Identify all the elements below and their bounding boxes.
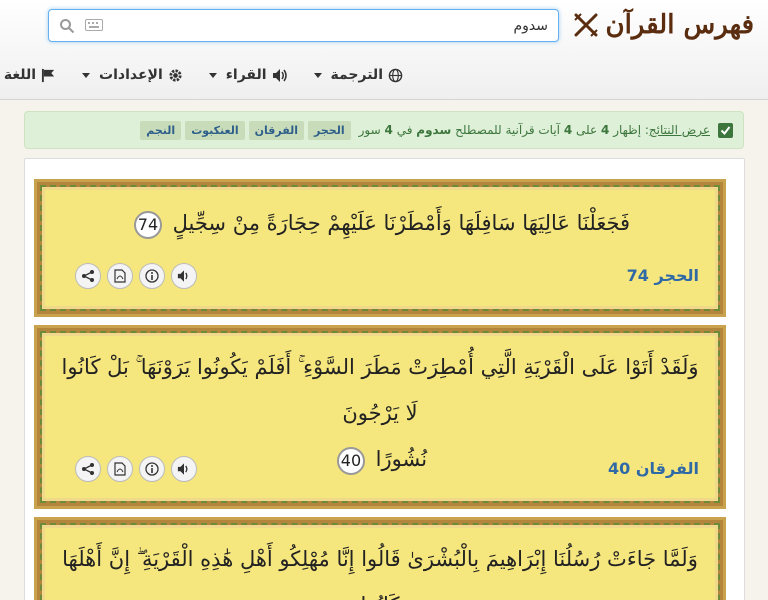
flag-icon bbox=[41, 68, 55, 82]
share-button[interactable] bbox=[75, 456, 101, 482]
share-icon bbox=[82, 270, 94, 282]
verse-tools bbox=[75, 456, 197, 482]
menu-language-label: اللغة bbox=[3, 67, 37, 83]
verse-text-line: نُشُورًا bbox=[375, 447, 428, 471]
results-total: 4 bbox=[563, 123, 573, 137]
results-text-4: في bbox=[396, 123, 413, 137]
speaker-icon bbox=[272, 68, 287, 82]
share-button[interactable] bbox=[75, 263, 101, 289]
results-text-5: سور bbox=[358, 123, 381, 137]
brand-logo[interactable]: فهرس القرآن bbox=[573, 4, 754, 46]
results-shown: 4 bbox=[601, 123, 610, 137]
results-suras: 4 bbox=[384, 123, 393, 137]
share-icon bbox=[82, 463, 94, 475]
sura-tag[interactable]: العنكبوت bbox=[185, 120, 245, 140]
menu-translation-label: الترجمة bbox=[330, 67, 383, 83]
menu-translation[interactable]: الترجمة bbox=[313, 67, 403, 83]
verse-card: وَلَمَّا جَاءَتْ رُسُلُنَا إِبْرَاهِيمَ … bbox=[34, 517, 726, 600]
ayah-number: 74 bbox=[626, 266, 649, 285]
results-text-3: آيات قرآنية للمصطلح bbox=[455, 123, 561, 137]
info-icon bbox=[145, 462, 159, 476]
audio-button[interactable] bbox=[171, 263, 197, 289]
verse-reference[interactable]: الفرقان 40 bbox=[608, 459, 699, 478]
search-icon[interactable] bbox=[59, 18, 75, 34]
info-icon bbox=[145, 269, 159, 283]
menu-reciter-label: القراء bbox=[225, 67, 267, 83]
top-navbar: فهرس القرآن الترجمة bbox=[0, 0, 768, 100]
pdf-icon bbox=[114, 269, 126, 283]
search-box bbox=[48, 9, 559, 42]
gear-icon bbox=[169, 68, 182, 82]
menu-settings[interactable]: الإعدادات bbox=[82, 67, 183, 83]
checkbox-icon bbox=[718, 122, 733, 138]
results-text-2: على bbox=[576, 123, 598, 137]
info-button[interactable] bbox=[139, 263, 165, 289]
menu-language[interactable]: اللغة bbox=[0, 67, 56, 83]
audio-icon bbox=[177, 270, 188, 282]
results-text-1: : إظهار bbox=[613, 123, 649, 137]
pdf-button[interactable] bbox=[107, 456, 133, 482]
search-input[interactable] bbox=[128, 16, 548, 36]
menu-settings-label: الإعدادات bbox=[99, 67, 163, 83]
chevron-down-icon bbox=[82, 72, 91, 78]
sura-tag[interactable]: الحجر bbox=[308, 120, 351, 140]
sura-tag[interactable]: الفرقان bbox=[248, 120, 305, 140]
verse-card: وَلَقَدْ أَتَوْا عَلَى الْقَرْيَةِ الَّت… bbox=[34, 325, 726, 509]
verse-card: فَجَعَلْنَا عَالِيَهَا سَافِلَهَا وَأَمْ… bbox=[34, 179, 726, 317]
sura-name: الحجر bbox=[654, 266, 699, 285]
results-label: عرض النتائج bbox=[648, 123, 710, 137]
verse-text-line: وَلَقَدْ أَتَوْا عَلَى الْقَرْيَةِ الَّت… bbox=[61, 355, 699, 425]
verse-tools bbox=[75, 263, 197, 289]
audio-button[interactable] bbox=[171, 456, 197, 482]
verse-text: وَلَمَّا جَاءَتْ رُسُلُنَا إِبْرَاهِيمَ … bbox=[57, 536, 703, 600]
verse-text-line: وَلَمَّا جَاءَتْ رُسُلُنَا إِبْرَاهِيمَ … bbox=[62, 547, 698, 600]
results-summary: عرض النتائج : إظهار 4 على 4 آيات قرآنية … bbox=[24, 111, 744, 149]
verse-text: فَجَعَلْنَا عَالِيَهَا سَافِلَهَا وَأَمْ… bbox=[57, 200, 703, 246]
chevron-down-icon bbox=[313, 72, 322, 78]
brand-title: فهرس القرآن bbox=[605, 10, 754, 40]
globe-icon bbox=[388, 68, 403, 82]
sura-filter-tags: الحجر الفرقان العنكبوت النجم bbox=[140, 120, 351, 140]
crossed-swords-icon bbox=[574, 13, 599, 37]
keyboard-icon[interactable] bbox=[85, 19, 103, 31]
sura-name: الفرقان bbox=[635, 459, 699, 478]
results-term: سدوم bbox=[416, 123, 452, 137]
info-button[interactable] bbox=[139, 456, 165, 482]
main-menu: الترجمة القراء الإعدادات اللغة bbox=[0, 60, 403, 90]
menu-reciter[interactable]: القراء bbox=[208, 67, 288, 83]
verse-text-line: فَجَعَلْنَا عَالِيَهَا سَافِلَهَا وَأَمْ… bbox=[172, 211, 631, 235]
pdf-icon bbox=[114, 462, 126, 476]
pdf-button[interactable] bbox=[107, 263, 133, 289]
ayah-number-badge: 40 bbox=[336, 446, 365, 475]
ayah-number-badge: 74 bbox=[133, 210, 162, 239]
ayah-number: 40 bbox=[608, 459, 631, 478]
chevron-down-icon bbox=[208, 72, 217, 78]
audio-icon bbox=[177, 463, 188, 475]
sura-tag[interactable]: النجم bbox=[140, 120, 182, 140]
verse-reference[interactable]: الحجر 74 bbox=[627, 266, 699, 285]
